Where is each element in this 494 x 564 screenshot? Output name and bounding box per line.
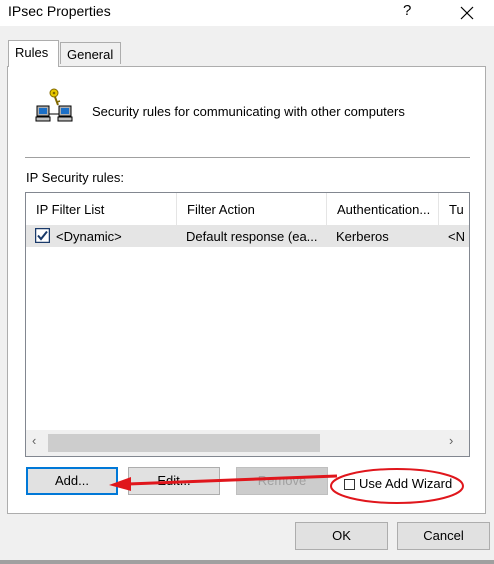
cell-authentication: Kerberos <box>336 229 389 244</box>
help-button[interactable]: ? <box>403 2 411 19</box>
header-description: Security rules for communicating with ot… <box>92 104 405 119</box>
cell-tunnel: <N <box>448 229 465 244</box>
scrollbar-thumb[interactable] <box>48 434 320 452</box>
scroll-left-icon[interactable]: ‹ <box>32 433 36 448</box>
cancel-button[interactable]: Cancel <box>397 522 490 550</box>
ip-security-rules-list[interactable]: IP Filter List Filter Action Authenticat… <box>25 192 470 457</box>
remove-button[interactable]: Remove <box>236 467 328 495</box>
window-border <box>0 560 494 564</box>
horizontal-scrollbar[interactable]: ‹ › <box>26 430 469 456</box>
add-button[interactable]: Add... <box>26 467 118 495</box>
edit-button[interactable]: Edit... <box>128 467 220 495</box>
column-header-ip-filter-list[interactable]: IP Filter List <box>26 193 176 225</box>
column-header-tunnel[interactable]: Tu <box>439 193 469 225</box>
use-add-wizard-label[interactable]: Use Add Wizard <box>359 476 452 491</box>
tab-rules[interactable]: Rules <box>8 40 59 67</box>
cell-filter-action: Default response (ea... <box>186 229 318 244</box>
separator <box>25 157 470 158</box>
rules-list-label: IP Security rules: <box>26 170 125 185</box>
close-icon[interactable] <box>456 0 478 24</box>
cell-filter-list: <Dynamic> <box>56 229 122 244</box>
column-header-authentication[interactable]: Authentication... <box>327 193 439 225</box>
table-row[interactable]: <Dynamic> Default response (ea... Kerber… <box>26 225 469 247</box>
checkbox-box[interactable] <box>344 479 355 490</box>
scroll-right-icon[interactable]: › <box>449 433 453 448</box>
window-title: IPsec Properties <box>8 3 111 19</box>
column-header-filter-action[interactable]: Filter Action <box>177 193 326 225</box>
tab-general[interactable]: General <box>60 42 121 64</box>
ok-button[interactable]: OK <box>295 522 388 550</box>
network-computers-key-icon <box>35 88 73 122</box>
rule-checkbox[interactable] <box>35 228 50 243</box>
